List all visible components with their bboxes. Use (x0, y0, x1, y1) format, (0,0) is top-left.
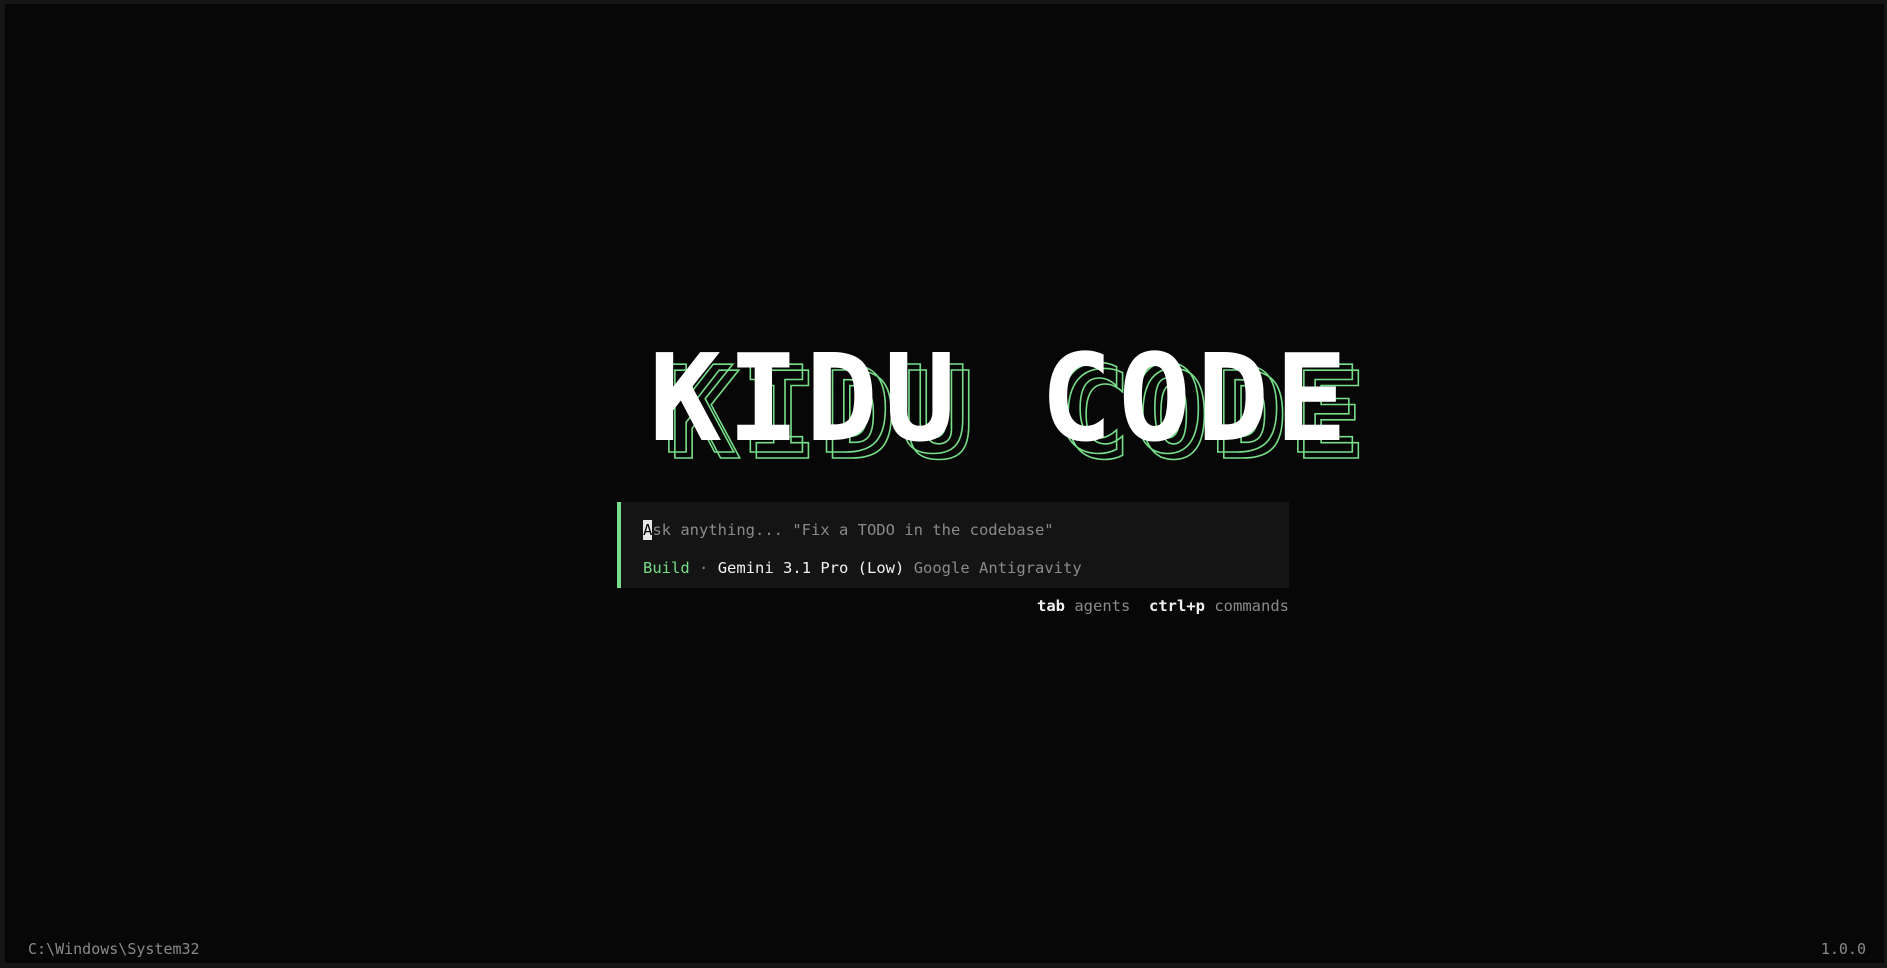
text-cursor: A (643, 520, 653, 540)
prompt-input-box[interactable]: Ask anything... "Fix a TODO in the codeb… (617, 502, 1289, 588)
agent-status-line: Build · Gemini 3.1 Pro (Low) Google Anti… (643, 558, 1082, 578)
logo-graphic: KIDU CODE KIDU CODE KIDU CODE (649, 330, 1367, 488)
hint-label-commands: commands (1214, 597, 1289, 615)
prompt-placeholder: sk anything... "Fix a TODO in the codeba… (652, 521, 1054, 539)
current-directory: C:\Windows\System32 (28, 940, 200, 958)
prompt-input[interactable]: Ask anything... "Fix a TODO in the codeb… (643, 520, 1054, 540)
status-separator: · (699, 559, 709, 577)
hint-key-ctrl-p: ctrl+p (1149, 597, 1205, 615)
version-label: 1.0.0 (1820, 940, 1866, 958)
model-name[interactable]: Gemini 3.1 Pro (Low) (718, 559, 905, 577)
logo-text: KIDU CODE (649, 330, 1353, 469)
terminal-window: KIDU CODE KIDU CODE KIDU CODE Ask anythi… (0, 0, 1887, 968)
provider-name: Google Antigravity (913, 559, 1082, 577)
agent-mode-label[interactable]: Build (643, 559, 690, 577)
hint-label-agents: agents (1074, 597, 1131, 615)
app-logo: KIDU CODE KIDU CODE KIDU CODE (645, 330, 1367, 488)
hint-key-tab: tab (1036, 597, 1065, 615)
keyboard-hints: tab agents ctrl+p commands (905, 596, 1289, 616)
